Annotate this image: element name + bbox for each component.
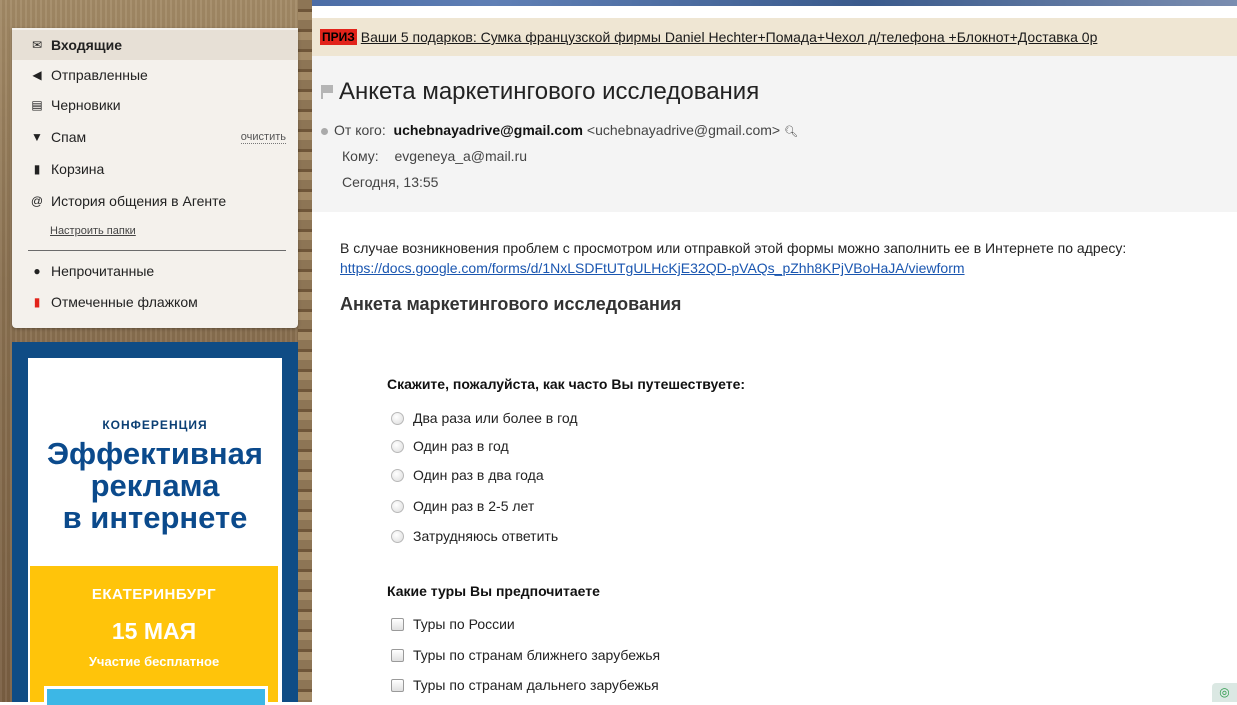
promo-link[interactable]: Ваши 5 подарков: Сумка французской фирмы… <box>361 29 1098 45</box>
checkbox[interactable] <box>391 648 404 662</box>
at-icon: @ <box>30 194 44 208</box>
message-date: Сегодня, 13:55 <box>342 174 439 190</box>
flag-icon[interactable] <box>321 85 333 99</box>
clear-spam-button[interactable]: очистить <box>240 131 286 144</box>
folder-label: Входящие <box>51 37 122 53</box>
folder-divider <box>28 250 286 251</box>
message-subject: Анкета маркетингового исследования <box>321 78 759 106</box>
dot-icon: ● <box>33 264 41 278</box>
question-2-label: Какие туры Вы предпочитаете <box>387 583 600 599</box>
status-dot-icon <box>321 127 328 135</box>
folder-label: Спам <box>51 129 87 145</box>
subject-text: Анкета маркетингового исследования <box>339 78 760 105</box>
q1-option[interactable]: Один раз в два года <box>391 467 544 483</box>
q1-option[interactable]: Два раза или более в год <box>391 410 578 426</box>
intro-text: В случае возникновения проблем с просмот… <box>340 240 1127 256</box>
folder-label: Отправленные <box>51 67 148 83</box>
ad-event-block: ЕКАТЕРИНБУРГ 15 МАЯ Участие бесплатное <box>30 566 278 705</box>
folder-drafts[interactable]: ▤ Черновики <box>12 90 298 120</box>
to-address[interactable]: evgeneya_a@mail.ru <box>395 148 528 164</box>
option-label: Туры по странам ближнего зарубежья <box>413 647 661 663</box>
from-row: От кого: uchebnayadrive@gmail.com <ucheb… <box>321 122 798 138</box>
filter-flagged[interactable]: ▮ Отмеченные флажком <box>12 287 298 317</box>
chat-widget-icon[interactable]: ◎ <box>1212 683 1237 702</box>
ad-free-label: Участие бесплатное <box>88 654 220 669</box>
q1-option[interactable]: Затрудняюсь ответить <box>391 528 558 544</box>
folder-spam[interactable]: ▼ Спам очистить <box>12 122 298 152</box>
radio-button[interactable] <box>391 439 404 453</box>
promo-badge: ПРИЗ <box>320 29 357 45</box>
folder-agent-history[interactable]: @ История общения в Агенте <box>12 186 298 216</box>
radio-button[interactable] <box>391 468 404 482</box>
filter-unread[interactable]: ● Непрочитанные <box>12 256 298 286</box>
ad-title-line: Эффективная <box>46 436 263 471</box>
option-label: Туры по странам дальнего зарубежья <box>413 677 659 693</box>
ad-city: ЕКАТЕРИНБУРГ <box>91 586 217 603</box>
ad-title-line: в интернете <box>62 500 248 535</box>
red-flag-icon: ▮ <box>33 295 41 309</box>
form-title: Анкета маркетингового исследования <box>340 294 682 314</box>
q1-option[interactable]: Один раз в год <box>391 438 509 454</box>
envelope-icon: ✉ <box>31 38 43 52</box>
ad-register-button[interactable] <box>44 686 268 705</box>
option-label: Один раз в два года <box>413 467 544 483</box>
filter-label: Непрочитанные <box>51 263 155 279</box>
from-name[interactable]: uchebnayadrive@gmail.com <box>394 122 584 138</box>
search-icon[interactable]: 🔍︎ <box>784 126 798 138</box>
ad-title-line: реклама <box>90 468 220 503</box>
radio-button[interactable] <box>391 529 404 543</box>
folder-label: Корзина <box>51 161 105 177</box>
folder-inbox[interactable]: ✉ Входящие <box>12 30 298 60</box>
folder-label: Черновики <box>51 97 121 113</box>
wood-strip <box>298 0 312 702</box>
q2-option[interactable]: Туры по России <box>391 616 515 632</box>
option-label: Туры по России <box>413 616 515 632</box>
q1-option[interactable]: Один раз в 2-5 лет <box>391 498 534 514</box>
folder-panel: ✉ Входящие ◀ Отправленные ▤ Черновики ▼ … <box>12 28 298 328</box>
from-label: От кого: <box>334 122 386 138</box>
filter-label: Отмеченные флажком <box>51 294 198 310</box>
folder-label: История общения в Агенте <box>51 193 227 209</box>
message-header: Анкета маркетингового исследования От ко… <box>312 56 1237 212</box>
question-1-label: Скажите, пожалуйста, как часто Вы путеше… <box>387 376 746 392</box>
body-intro: В случае возникновения проблем с просмот… <box>340 238 1230 278</box>
promo-bar: ПРИЗ Ваши 5 подарков: Сумка французской … <box>312 18 1237 56</box>
radio-button[interactable] <box>391 411 404 425</box>
sent-arrow-icon: ◀ <box>32 68 42 82</box>
thumbs-down-icon: ▼ <box>31 130 43 144</box>
to-label: Кому: <box>342 148 379 164</box>
option-label: Два раза или более в год <box>413 410 578 426</box>
checkbox[interactable] <box>391 617 404 631</box>
ad-title: Эффективная реклама в интернете <box>28 438 282 534</box>
q2-option[interactable]: Туры по странам ближнего зарубежья <box>391 647 660 663</box>
option-label: Один раз в год <box>413 438 509 454</box>
ad-conference-label: КОНФЕРЕНЦИЯ <box>102 418 208 432</box>
q2-option[interactable]: Туры по странам дальнего зарубежья <box>391 677 659 693</box>
from-address: <uchebnayadrive@gmail.com> <box>586 122 781 138</box>
option-label: Затрудняюсь ответить <box>413 528 559 544</box>
ad-date: 15 МАЯ <box>111 618 197 644</box>
form-link[interactable]: https://docs.google.com/forms/d/1NxLSDFt… <box>340 258 1230 278</box>
folder-trash[interactable]: ▮ Корзина <box>12 154 298 184</box>
draft-icon: ▤ <box>31 98 43 112</box>
checkbox[interactable] <box>391 678 404 692</box>
to-row: Кому: evgeneya_a@mail.ru <box>342 148 527 164</box>
trash-icon: ▮ <box>33 162 41 176</box>
setup-folders-link[interactable]: Настроить папки <box>50 225 136 237</box>
option-label: Один раз в 2-5 лет <box>413 498 535 514</box>
radio-button[interactable] <box>391 499 404 513</box>
folder-sent[interactable]: ◀ Отправленные <box>12 60 298 90</box>
